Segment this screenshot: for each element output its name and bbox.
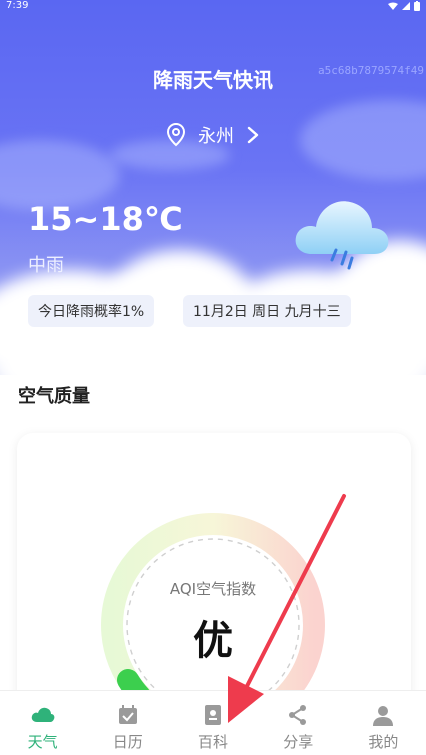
tab-label: 百科 — [198, 733, 229, 751]
tab-weather[interactable]: 天气 — [0, 691, 85, 755]
book-icon — [203, 703, 223, 727]
status-time: 7:39 — [6, 0, 29, 11]
air-quality-title: 空气质量 — [18, 386, 90, 407]
date-chip: 11月2日 周日 九月十三 — [183, 295, 351, 327]
calendar-icon — [117, 703, 139, 727]
battery-icon — [414, 1, 420, 11]
tab-share[interactable]: 分享 — [256, 691, 341, 755]
bottom-tab-bar: 天气 日历 百科 分享 我的 — [0, 690, 426, 755]
tab-label: 日历 — [112, 733, 143, 751]
tab-calendar[interactable]: 日历 — [85, 691, 170, 755]
user-icon — [372, 703, 394, 727]
aqi-value: 优 — [193, 618, 233, 664]
tab-label: 我的 — [368, 733, 399, 751]
tab-label: 天气 — [27, 733, 58, 751]
debug-hash: a5c68b7879574f49 — [318, 64, 424, 77]
location-selector[interactable]: 永州 — [0, 122, 426, 148]
temperature-range: 15~18℃ — [28, 200, 183, 238]
location-name: 永州 — [198, 126, 234, 147]
cloud-icon — [31, 703, 55, 727]
tab-encyclopedia[interactable]: 百科 — [170, 691, 255, 755]
wifi-icon — [388, 2, 398, 10]
weather-condition: 中雨 — [28, 255, 64, 276]
tab-label: 分享 — [283, 733, 314, 751]
rain-probability-chip: 今日降雨概率1% — [28, 295, 155, 327]
tab-profile[interactable]: 我的 — [341, 691, 426, 755]
status-bar: 7:39 — [0, 0, 426, 14]
signal-icon — [402, 2, 410, 10]
share-icon — [287, 703, 309, 727]
aqi-label: AQI空气指数 — [169, 580, 257, 598]
rain-cloud-icon — [295, 201, 389, 270]
chevron-right-icon — [247, 126, 259, 144]
location-pin-icon — [166, 123, 186, 147]
status-icons — [388, 1, 420, 11]
